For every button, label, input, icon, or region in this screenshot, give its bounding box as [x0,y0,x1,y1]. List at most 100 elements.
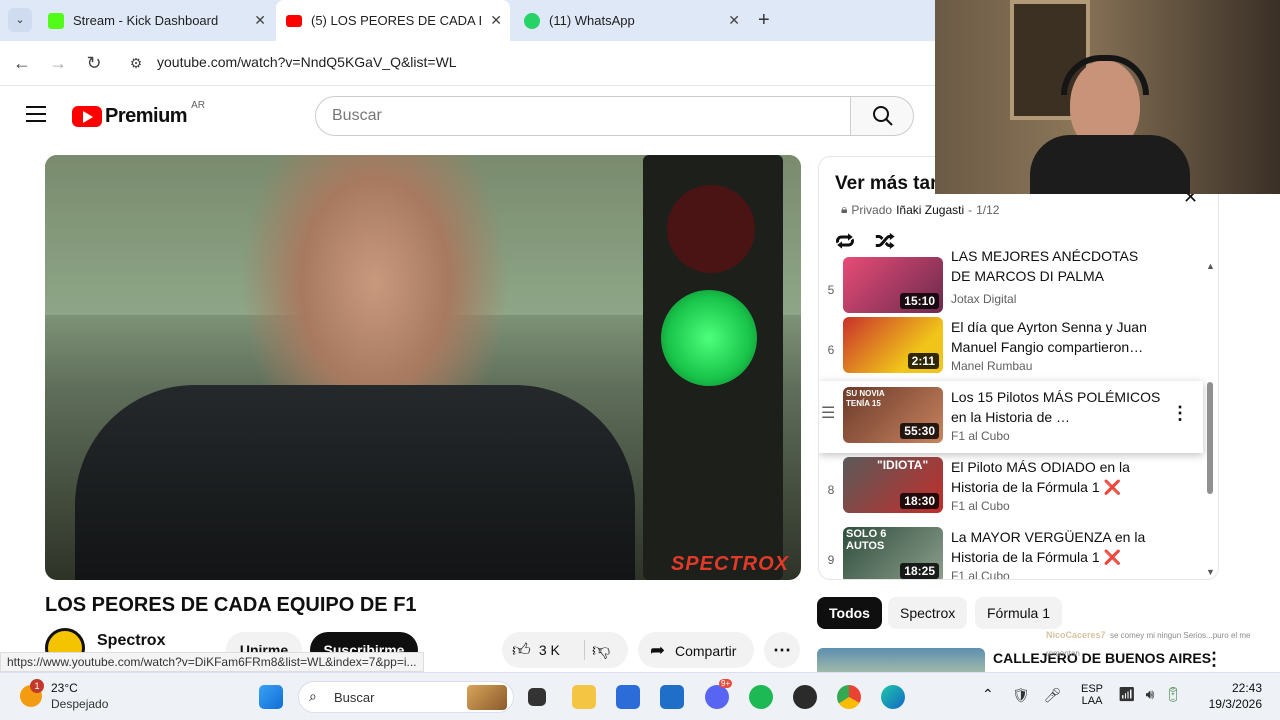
item-channel[interactable]: F1 al Cubo [951,499,1010,513]
item-thumbnail[interactable]: SU NOVIA TENÍA 15 55:30 [843,387,943,443]
back-button[interactable]: ← [10,51,34,75]
edge-icon[interactable] [881,685,905,709]
microphone-icon[interactable]: 🎤︎ [1044,687,1062,703]
weather-widget[interactable]: 1 23°C Despejado [20,679,130,715]
item-thumbnail[interactable]: 2:11 [843,317,943,373]
thumbnail-caption: SU NOVIA TENÍA 15 [846,389,885,408]
dislike-button[interactable]: 👎︎ [592,632,610,669]
list-item[interactable]: 6 2:11 El día que Ayrton Senna y Juan Ma… [819,317,1209,387]
discord-badge: 9+ [719,679,733,688]
item-thumbnail[interactable]: 15:10 [843,257,943,313]
start-button[interactable] [259,685,283,709]
loop-button[interactable]: 🔁︎ [835,227,855,256]
site-info-button[interactable]: ⚙ [124,51,148,75]
file-explorer-icon[interactable] [572,685,596,709]
item-channel[interactable]: F1 al Cubo [951,569,1010,579]
lock-icon: 🔒︎ [841,202,848,216]
item-title[interactable]: LAS MEJORES ANÉCDOTAS DE MARCOS DI PALMA [951,246,1161,286]
like-count: 3 K [538,642,560,658]
item-thumbnail[interactable]: SOLO 6 AUTOS 18:25 [843,527,943,579]
scroll-down-arrow[interactable]: ▼ [1206,567,1215,577]
region-code: AR [191,99,205,111]
youtube-play-icon [72,105,102,127]
taskview-icon[interactable] [528,688,546,706]
new-tab-button[interactable]: + [758,8,780,32]
shuffle-button[interactable]: 🔀︎ [875,227,895,256]
item-title[interactable]: El Piloto MÁS ODIADO en la Historia de l… [951,457,1161,497]
search-input[interactable]: Buscar [315,96,851,136]
more-actions-button[interactable]: ⋯ [764,632,800,668]
thumbnail-caption: "IDIOTA" [877,458,929,472]
battery-icon: 🔋︎ [1164,686,1183,702]
spotify-icon[interactable] [749,685,773,709]
reload-button[interactable]: ↻ [82,51,106,75]
tab-whatsapp[interactable]: (11) WhatsApp ✕ [514,0,748,41]
item-title[interactable]: La MAYOR VERGÜENZA en la Historia de la … [951,527,1161,567]
list-item-current[interactable]: ☰ SU NOVIA TENÍA 15 55:30 Los 15 Pilotos… [819,381,1203,453]
input-language[interactable]: ESP LAA [1081,683,1103,707]
item-channel[interactable]: Jotax Digital [951,292,1016,306]
whatsapp-icon [524,12,540,29]
chevron-down-icon: ⌄ [15,14,25,26]
obs-icon[interactable] [793,685,817,709]
video-player[interactable]: SPECTROX [45,155,801,580]
discord-icon[interactable]: 9+ [705,679,733,709]
item-channel[interactable]: F1 al Cubo [951,429,1010,443]
item-menu-button[interactable]: ⋮ [1171,403,1189,424]
item-channel[interactable]: Manel Rumbau [951,359,1032,373]
share-button[interactable]: ➦ Compartir [638,632,754,668]
taskbar-search[interactable]: ⌕ Buscar [298,681,514,713]
chip-all[interactable]: Todos [817,597,882,629]
browser-tab-strip: ⌄ Stream - Kick Dashboard ✕ (5) LOS PEOR… [0,0,935,41]
menu-button[interactable] [26,106,46,122]
tab-youtube[interactable]: (5) LOS PEORES DE CADA EQUI ✕ [276,0,510,41]
list-item[interactable]: 9 SOLO 6 AUTOS 18:25 La MAYOR VERGÜENZA … [819,527,1209,579]
tray-overflow-chevron[interactable]: ⌃ [982,686,994,703]
item-title[interactable]: Los 15 Pilotos MÁS POLÉMICOS en la Histo… [951,387,1161,427]
search-button[interactable] [851,96,914,136]
browser-toolbar: ← → ↻ ⚙ youtube.com/watch?v=NndQ5KGaV_Q&… [0,41,935,86]
tab-search-button[interactable]: ⌄ [8,8,32,32]
forward-button[interactable]: → [46,51,70,75]
security-icon[interactable]: 🛡︎ [1012,687,1030,703]
playlist-scrollbar[interactable] [1207,382,1213,494]
close-icon[interactable]: ✕ [490,12,502,29]
item-thumbnail[interactable]: "IDIOTA" 18:30 [843,457,943,513]
chip-spectrox[interactable]: Spectrox [888,597,968,629]
drag-handle-icon[interactable]: ☰ [821,403,835,423]
youtube-logo[interactable]: Premium AR [72,100,205,127]
playlist-meta: 🔒︎ Privado Iñaki Zugasti - 1/12 [841,202,999,217]
like-button[interactable]: 👍︎ 3 K [512,632,560,668]
share-icon: ➦ [650,640,666,660]
outlook-icon[interactable] [660,685,684,709]
search-icon [873,106,893,126]
close-icon[interactable]: ✕ [254,12,266,29]
tab-title: (11) WhatsApp [549,13,635,28]
system-status-icons[interactable]: 📶︎ 🔊︎ 🔋︎ [1118,686,1182,703]
plus-icon: + [758,9,770,31]
weather-alert-badge: 1 [30,679,44,693]
thumbnail-caption: SOLO 6 AUTOS [846,528,887,552]
recommended-thumbnail[interactable] [817,648,985,672]
status-url: https://www.youtube.com/watch?v=DiKFam6F… [0,652,424,672]
item-title[interactable]: El día que Ayrton Senna y Juan Manuel Fa… [951,317,1161,357]
list-item[interactable]: 8 "IDIOTA" 18:30 El Piloto MÁS ODIADO en… [819,457,1209,527]
chat-overlay: NicoCaceres7 se comey mi ningun Serios..… [1046,625,1280,672]
weather-desc: Despejado [51,697,109,711]
item-duration: 2:11 [907,353,939,369]
more-horizontal-icon: ⋯ [773,640,791,660]
close-icon[interactable]: ✕ [728,12,740,29]
channel-name[interactable]: Spectrox [97,632,165,650]
divider [584,640,585,660]
tab-kick[interactable]: Stream - Kick Dashboard ✕ [40,0,274,41]
chrome-icon[interactable] [837,685,861,709]
site-settings-icon: ⚙ [129,55,143,71]
tray-icons: 🛡︎ 🎤︎ [1012,687,1061,704]
address-bar[interactable]: youtube.com/watch?v=NndQ5KGaV_Q&list=WL [157,54,457,70]
clock[interactable]: 22:43 19/3/2026 [1200,681,1262,711]
reload-icon: ↻ [86,53,102,73]
like-dislike-group: 👍︎ 3 K 👎︎ [502,632,628,668]
scroll-up-arrow[interactable]: ▲ [1206,261,1215,271]
playlist-owner[interactable]: Iñaki Zugasti [896,203,964,217]
store-icon[interactable] [616,685,640,709]
